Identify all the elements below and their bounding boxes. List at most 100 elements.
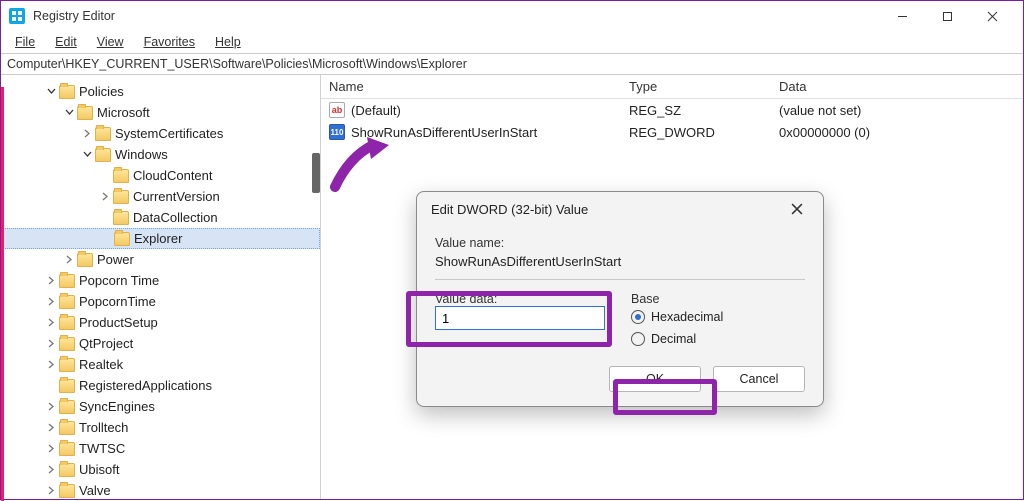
column-headers: Name Type Data <box>321 75 1023 99</box>
column-name[interactable]: Name <box>321 79 621 94</box>
folder-icon <box>95 127 111 141</box>
tree-label: Windows <box>115 147 168 162</box>
radio-icon <box>631 310 645 324</box>
tree-scrollbar[interactable] <box>312 153 320 193</box>
tree-node-microsoft[interactable]: Microsoft <box>1 102 320 123</box>
folder-icon <box>59 316 75 330</box>
chevron-right-icon <box>45 401 57 413</box>
folder-icon <box>114 232 130 246</box>
tree-panel: Policies Microsoft SystemCertificates Wi… <box>1 75 321 499</box>
radio-hexadecimal[interactable]: Hexadecimal <box>631 306 805 328</box>
menu-edit[interactable]: Edit <box>45 33 87 51</box>
tree-node-policies[interactable]: Policies <box>1 81 320 102</box>
value-name: (Default) <box>351 103 401 118</box>
column-data[interactable]: Data <box>771 79 1023 94</box>
tree-label: TWTSC <box>79 441 125 456</box>
tree-node-realtek[interactable]: Realtek <box>1 354 320 375</box>
tree-label: QtProject <box>79 336 133 351</box>
tree-node-popcorntime[interactable]: Popcorn Time <box>1 270 320 291</box>
titlebar: Registry Editor <box>1 1 1023 31</box>
folder-icon <box>59 85 75 99</box>
tree-node-syncengines[interactable]: SyncEngines <box>1 396 320 417</box>
chevron-right-icon <box>45 296 57 308</box>
tree-label: SyncEngines <box>79 399 155 414</box>
close-button[interactable] <box>970 1 1015 31</box>
minimize-button[interactable] <box>880 1 925 31</box>
cancel-button[interactable]: Cancel <box>713 366 805 392</box>
tree-node-datacollection[interactable]: DataCollection <box>1 207 320 228</box>
radio-decimal[interactable]: Decimal <box>631 328 805 350</box>
chevron-right-icon <box>45 359 57 371</box>
folder-icon <box>77 253 93 267</box>
tree-node-valve[interactable]: Valve <box>1 480 320 499</box>
chevron-right-icon <box>45 422 57 434</box>
value-data: (value not set) <box>771 103 1023 118</box>
value-row[interactable]: 110ShowRunAsDifferentUserInStart REG_DWO… <box>321 121 1023 143</box>
folder-icon <box>59 274 75 288</box>
address-bar[interactable]: Computer\HKEY_CURRENT_USER\Software\Poli… <box>1 53 1023 75</box>
chevron-right-icon <box>81 128 93 140</box>
window-title: Registry Editor <box>33 9 115 23</box>
edit-dword-dialog: Edit DWORD (32-bit) Value Value name: Sh… <box>416 191 824 407</box>
ok-button[interactable]: OK <box>609 366 701 392</box>
tree-label: Microsoft <box>97 105 150 120</box>
tree-label: ProductSetup <box>79 315 158 330</box>
tree-node-windows[interactable]: Windows <box>1 144 320 165</box>
menu-file[interactable]: File <box>5 33 45 51</box>
tree-label: RegisteredApplications <box>79 378 212 393</box>
chevron-right-icon <box>45 275 57 287</box>
dialog-title: Edit DWORD (32-bit) Value <box>431 202 588 217</box>
folder-icon <box>59 400 75 414</box>
folder-icon <box>113 169 129 183</box>
dialog-close-button[interactable] <box>785 197 809 221</box>
tree-node-currentversion[interactable]: CurrentVersion <box>1 186 320 207</box>
annotation-band <box>1 87 4 501</box>
value-name: ShowRunAsDifferentUserInStart <box>351 125 537 140</box>
folder-icon <box>59 484 75 498</box>
chevron-right-icon <box>45 443 57 455</box>
tree-node-twtsc[interactable]: TWTSC <box>1 438 320 459</box>
folder-icon <box>59 337 75 351</box>
separator <box>435 279 805 280</box>
tree-label: PopcornTime <box>79 294 156 309</box>
tree-node-registeredapplications[interactable]: RegisteredApplications <box>1 375 320 396</box>
value-type: REG_DWORD <box>621 125 771 140</box>
base-label: Base <box>631 292 805 306</box>
folder-icon <box>59 421 75 435</box>
chevron-right-icon <box>99 191 111 203</box>
tree-label: Explorer <box>134 231 182 246</box>
tree-label: CloudContent <box>133 168 213 183</box>
value-row[interactable]: ab(Default) REG_SZ (value not set) <box>321 99 1023 121</box>
tree-node-power[interactable]: Power <box>1 249 320 270</box>
menu-favorites[interactable]: Favorites <box>134 33 205 51</box>
regedit-icon <box>9 8 25 24</box>
tree-node-systemcertificates[interactable]: SystemCertificates <box>1 123 320 144</box>
value-data-label: Value data: <box>435 292 609 306</box>
maximize-button[interactable] <box>925 1 970 31</box>
tree-node-popcorntime2[interactable]: PopcornTime <box>1 291 320 312</box>
chevron-right-icon <box>45 485 57 497</box>
radio-label: Decimal <box>651 332 696 346</box>
tree-node-ubisoft[interactable]: Ubisoft <box>1 459 320 480</box>
column-type[interactable]: Type <box>621 79 771 94</box>
folder-icon <box>59 295 75 309</box>
folder-icon <box>59 442 75 456</box>
tree-label: Valve <box>79 483 111 498</box>
folder-icon <box>59 358 75 372</box>
tree-node-trolltech[interactable]: Trolltech <box>1 417 320 438</box>
chevron-down-icon <box>81 149 93 161</box>
tree-node-cloudcontent[interactable]: CloudContent <box>1 165 320 186</box>
menu-view[interactable]: View <box>87 33 134 51</box>
chevron-right-icon <box>45 317 57 329</box>
tree-node-productsetup[interactable]: ProductSetup <box>1 312 320 333</box>
tree-node-explorer[interactable]: Explorer <box>1 228 320 249</box>
value-data-input[interactable] <box>435 306 605 330</box>
radio-icon <box>631 332 645 346</box>
tree-label: Trolltech <box>79 420 128 435</box>
folder-icon <box>59 463 75 477</box>
tree-label: Policies <box>79 84 124 99</box>
chevron-right-icon <box>45 464 57 476</box>
tree-node-qtproject[interactable]: QtProject <box>1 333 320 354</box>
menubar: File Edit View Favorites Help <box>1 31 1023 53</box>
menu-help[interactable]: Help <box>205 33 251 51</box>
